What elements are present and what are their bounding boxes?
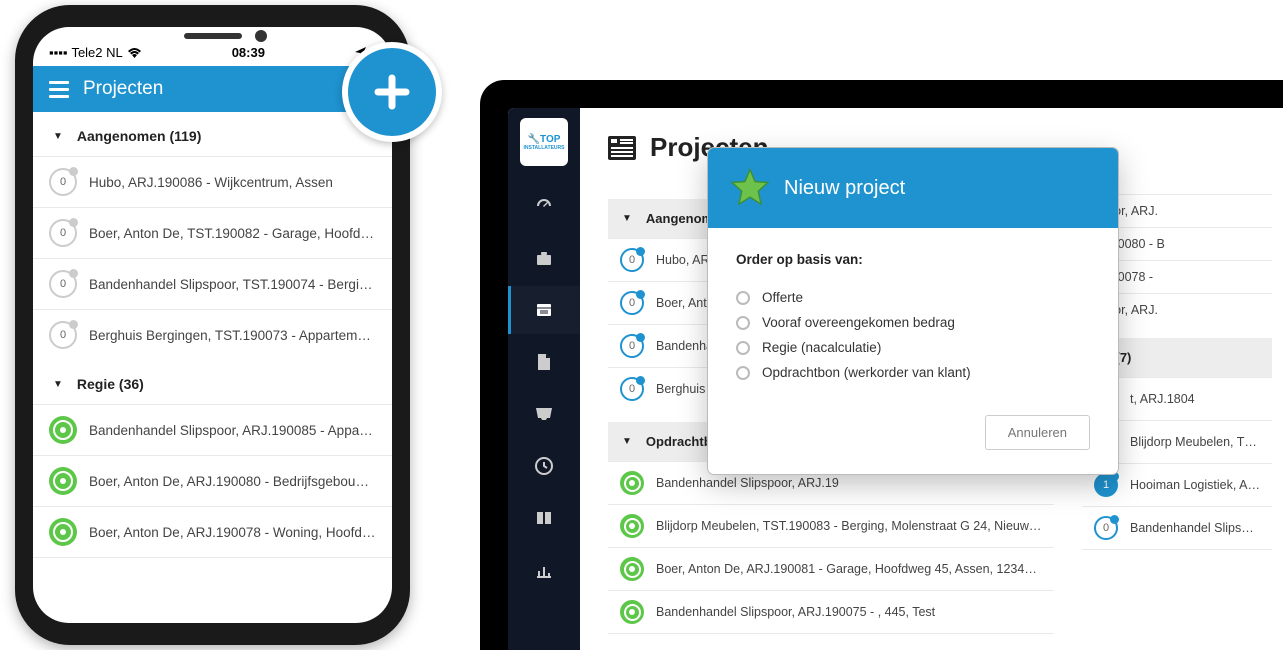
- count-badge: 0: [49, 270, 77, 298]
- radio-icon: [736, 291, 750, 305]
- target-badge-icon: [49, 416, 77, 444]
- radio-icon: [736, 341, 750, 355]
- list-item[interactable]: Boer, Anton De, ARJ.190078 - Woning, Hoo…: [33, 506, 392, 558]
- radio-label: Offerte: [762, 290, 803, 305]
- nav-briefcase[interactable]: [508, 234, 580, 282]
- radio-label: Regie (nacalculatie): [762, 340, 881, 355]
- section-title: Aangenomen (119): [77, 128, 201, 144]
- chevron-down-icon: ▼: [622, 213, 632, 224]
- radio-icon: [736, 316, 750, 330]
- list-item-text: Bandenhandel Slipspoor, ARJ.: [1130, 521, 1260, 535]
- add-project-button[interactable]: [342, 42, 442, 142]
- sidebar: 🔧TOP INSTALLATEURS: [508, 108, 580, 650]
- target-badge-icon: [49, 518, 77, 546]
- list-item-text: Boer, Anton De, ARJ.190081 - Garage, Hoo…: [656, 562, 1042, 576]
- app-header: Projecten: [33, 66, 392, 112]
- section-header[interactable]: ▼ Regie (36): [33, 360, 392, 404]
- phone-speaker: [184, 33, 242, 39]
- modal-title: Nieuw project: [784, 177, 905, 200]
- phone-camera: [255, 30, 267, 42]
- list-item-text: Boer, Anton De, ARJ.190080 - Bedrijfsgeb…: [89, 474, 376, 489]
- nav-stats[interactable]: [508, 546, 580, 594]
- target-badge-icon: [620, 471, 644, 495]
- chevron-down-icon: ▼: [53, 379, 63, 390]
- count-badge: 0: [620, 334, 644, 358]
- projects-icon: [608, 136, 636, 160]
- signal-icon: ▪▪▪▪: [49, 45, 67, 60]
- status-time: 08:39: [232, 45, 265, 60]
- modal-prompt: Order op basis van:: [736, 252, 1090, 267]
- count-badge: 0: [49, 219, 77, 247]
- nav-document[interactable]: [508, 338, 580, 386]
- count-badge: 0: [620, 291, 644, 315]
- list-item-text: Boer, Anton De, ARJ.190078 - Woning, Hoo…: [89, 525, 376, 540]
- radio-option[interactable]: Opdrachtbon (werkorder van klant): [736, 360, 1090, 385]
- star-icon: [728, 166, 772, 210]
- radio-icon: [736, 366, 750, 380]
- radio-option[interactable]: Offerte: [736, 285, 1090, 310]
- list-item-text: Bandenhandel Slipspoor, ARJ.190075 - , 4…: [656, 605, 1042, 619]
- list-item[interactable]: Bandenhandel Slipspoor, ARJ.190085 - App…: [33, 404, 392, 455]
- list-item[interactable]: Blijdorp Meubelen, TST.190083 - Berging,…: [608, 504, 1054, 547]
- cancel-button[interactable]: Annuleren: [985, 415, 1090, 450]
- tablet-device: 🔧TOP INSTALLATEURS: [480, 80, 1283, 650]
- list-item[interactable]: 0 Bandenhandel Slipspoor, TST.190074 - Be…: [33, 258, 392, 309]
- radio-label: Vooraf overeengekomen bedrag: [762, 315, 955, 330]
- count-badge: 0: [620, 377, 644, 401]
- count-badge: 0: [49, 168, 77, 196]
- list-item[interactable]: Bandenhandel Slipspoor, ARJ.190075 - , 4…: [608, 590, 1054, 634]
- radio-label: Opdrachtbon (werkorder van klant): [762, 365, 971, 380]
- list-item-text: Hooiman Logistiek, ARJ.18035: [1130, 478, 1260, 492]
- carrier-name: Tele2 NL: [71, 45, 122, 60]
- list-item-text: Blijdorp Meubelen, TST.190083 - Berging,…: [656, 519, 1042, 533]
- list-item-text: Boer, Anton De, TST.190082 - Garage, Hoo…: [89, 226, 376, 241]
- list-item-text: Bandenhandel Slipspoor, ARJ.190085 - App…: [89, 423, 376, 438]
- nav-projects[interactable]: [508, 286, 580, 334]
- target-badge-icon: [49, 467, 77, 495]
- target-badge-icon: [620, 600, 644, 624]
- list-item-text: t, ARJ.1804: [1130, 392, 1260, 406]
- list-item-text: spoor, ARJ.: [1094, 303, 1260, 317]
- list-item-text: Blijdorp Meubelen, TST.19007: [1130, 435, 1260, 449]
- count-badge: 1: [1094, 473, 1118, 497]
- list-item-text: Bandenhandel Slipspoor, ARJ.19: [656, 476, 1042, 490]
- list-item-text: Bandenhandel Slipspoor, TST.190074 - Ber…: [89, 277, 376, 292]
- chevron-down-icon: ▼: [622, 436, 632, 447]
- count-badge: 0: [1094, 516, 1118, 540]
- target-badge-icon: [620, 557, 644, 581]
- nav-book[interactable]: [508, 494, 580, 542]
- list-item-text: J.190080 - B: [1094, 237, 1260, 251]
- count-badge: 0: [620, 248, 644, 272]
- count-badge: 0: [49, 321, 77, 349]
- chevron-down-icon: ▼: [53, 131, 63, 142]
- new-project-modal: Nieuw project Order op basis van: Offert…: [708, 148, 1118, 474]
- list-item[interactable]: Boer, Anton De, ARJ.190080 - Bedrijfsgeb…: [33, 455, 392, 506]
- nav-clock[interactable]: [508, 442, 580, 490]
- target-badge-icon: [620, 514, 644, 538]
- list-item-text: Berghuis Bergingen, TST.190073 - Apparte…: [89, 328, 376, 343]
- nav-dashboard[interactable]: [508, 182, 580, 230]
- page-title: Projecten: [83, 78, 354, 100]
- list-item[interactable]: Boer, Anton De, ARJ.190081 - Garage, Hoo…: [608, 547, 1054, 590]
- plus-icon: [372, 72, 412, 112]
- list-item[interactable]: 0 Berghuis Bergingen, TST.190073 - Appart…: [33, 309, 392, 360]
- list-item[interactable]: 0 Hubo, ARJ.190086 - Wijkcentrum, Assen: [33, 156, 392, 207]
- menu-icon[interactable]: [49, 81, 69, 98]
- wifi-icon: [127, 47, 142, 58]
- nav-inbox[interactable]: [508, 390, 580, 438]
- radio-option[interactable]: Regie (nacalculatie): [736, 335, 1090, 360]
- section-header[interactable]: ▼ Aangenomen (119): [33, 112, 392, 156]
- radio-option[interactable]: Vooraf overeengekomen bedrag: [736, 310, 1090, 335]
- list-item-text: spoor, ARJ.: [1094, 204, 1260, 218]
- list-item[interactable]: 0 Bandenhandel Slipspoor, ARJ.: [1082, 506, 1272, 550]
- list-item-text: Hubo, ARJ.190086 - Wijkcentrum, Assen: [89, 175, 376, 190]
- list-item-text: J.190078 -: [1094, 270, 1260, 284]
- app-logo[interactable]: 🔧TOP INSTALLATEURS: [520, 118, 568, 166]
- list-item[interactable]: 0 Boer, Anton De, TST.190082 - Garage, Ho…: [33, 207, 392, 258]
- section-title: Regie (36): [77, 376, 144, 392]
